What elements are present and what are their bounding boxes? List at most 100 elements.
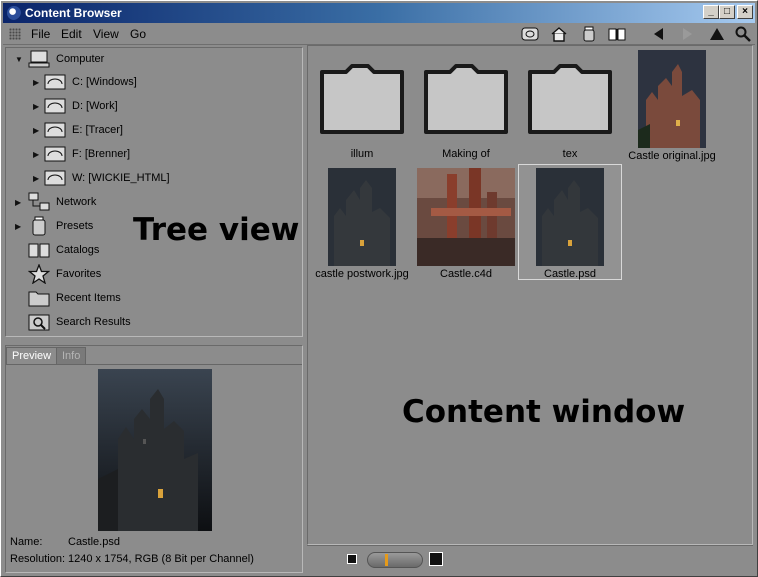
presets-icon[interactable] [579, 25, 599, 43]
tab-info[interactable]: Info [56, 347, 87, 364]
menu-edit[interactable]: Edit [61, 27, 82, 41]
image-thumbnail [536, 168, 604, 266]
thumbnail-size-slider[interactable] [367, 552, 423, 568]
tree-item-label: W: [WICKIE_HTML] [72, 172, 170, 184]
expand-arrow-icon[interactable]: ▶ [15, 222, 23, 231]
item-caption: Castle.psd [544, 268, 596, 280]
resolution-value: 1240 x 1754, RGB (8 Bit per Channel) [68, 553, 254, 565]
content-item-image-selected[interactable]: Castle.psd [518, 164, 622, 280]
tree-view-pane: ▼ Computer ▶ C: [Windows] ▶ D: [Work] ▶ [5, 47, 303, 337]
expand-arrow-icon[interactable]: ▶ [33, 78, 41, 87]
folder-icon [28, 288, 50, 308]
tree-item-drive-f[interactable]: ▶ F: [Brenner] [6, 143, 302, 165]
tree-item-favorites[interactable]: Favorites [6, 263, 302, 285]
content-window-pane: illum Making of tex Castle original.jpg [307, 45, 753, 545]
expand-arrow-icon[interactable]: ▶ [33, 174, 41, 183]
catalog-book-icon[interactable] [607, 25, 627, 43]
tree-item-label: Computer [56, 53, 105, 65]
tree-item-drive-e[interactable]: ▶ E: [Tracer] [6, 119, 302, 141]
app-logo-icon [7, 6, 21, 20]
status-bar [307, 545, 753, 573]
tree-item-label: C: [Windows] [72, 76, 137, 88]
close-button[interactable]: × [737, 5, 753, 19]
menu-view[interactable]: View [93, 27, 119, 41]
window-title: Content Browser [25, 6, 122, 20]
drive-icon [44, 96, 66, 116]
item-caption: Castle.c4d [440, 268, 492, 280]
item-caption: castle postwork.jpg [315, 268, 409, 280]
forward-arrow-icon[interactable] [677, 25, 697, 43]
maximize-button[interactable]: □ [719, 5, 735, 19]
preview-image [98, 369, 212, 531]
image-thumbnail [328, 168, 396, 266]
tree-item-label: Favorites [56, 268, 102, 280]
tree-item-search-results[interactable]: Search Results [6, 311, 302, 333]
content-browser-window: Content Browser _ □ × File Edit View Go [0, 0, 758, 577]
title-bar[interactable]: Content Browser _ □ × [3, 3, 755, 23]
large-thumbnail-icon[interactable] [429, 552, 443, 566]
menu-go[interactable]: Go [130, 27, 146, 41]
item-caption: illum [350, 148, 374, 160]
tree-item-label: Catalogs [56, 244, 100, 256]
up-arrow-icon[interactable] [707, 25, 727, 43]
catalog-book-icon [28, 240, 50, 260]
item-caption: Castle original.jpg [628, 150, 716, 162]
tree-item-label: Network [56, 196, 97, 208]
name-value: Castle.psd [68, 536, 120, 548]
search-results-icon [28, 312, 50, 332]
minimize-button[interactable]: _ [703, 5, 719, 19]
drive-icon [44, 144, 66, 164]
tree-item-computer[interactable]: ▼ Computer [6, 48, 302, 70]
tree-item-label: Search Results [56, 316, 131, 328]
content-item-image[interactable]: castle postwork.jpg [312, 168, 412, 280]
computer-icon [28, 49, 50, 69]
content-item-folder[interactable]: Making of [416, 60, 516, 160]
tree-item-label: Presets [56, 220, 94, 232]
item-caption: Making of [442, 148, 490, 160]
grip-handle-icon[interactable] [9, 28, 21, 40]
image-thumbnail [417, 168, 515, 266]
tree-item-drive-w[interactable]: ▶ W: [WICKIE_HTML] [6, 167, 302, 189]
tree-item-recent-items[interactable]: Recent Items [6, 287, 302, 309]
content-item-image[interactable]: Castle original.jpg [622, 50, 722, 162]
expand-arrow-icon[interactable]: ▶ [33, 126, 41, 135]
network-icon [28, 192, 50, 212]
folder-icon [528, 64, 612, 134]
tab-preview[interactable]: Preview [6, 347, 58, 364]
small-thumbnail-icon[interactable] [347, 554, 357, 564]
folder-icon [320, 64, 404, 134]
back-arrow-icon[interactable] [649, 25, 669, 43]
drive-icon [44, 120, 66, 140]
search-icon[interactable] [733, 25, 753, 43]
tree-view-label: Tree view [133, 212, 300, 248]
name-label: Name: [10, 536, 43, 548]
image-thumbnail [638, 50, 706, 148]
sync-icon[interactable] [520, 25, 540, 43]
tree-item-network[interactable]: ▶ Network [6, 191, 302, 213]
tree-item-label: E: [Tracer] [72, 124, 123, 136]
expand-arrow-icon[interactable]: ▶ [33, 102, 41, 111]
tree-item-label: Recent Items [56, 292, 121, 304]
tree-item-drive-c[interactable]: ▶ C: [Windows] [6, 71, 302, 93]
presets-icon [28, 216, 50, 236]
content-window-label: Content window [402, 394, 686, 430]
expand-arrow-icon[interactable]: ▶ [15, 198, 23, 207]
expand-arrow-icon[interactable]: ▶ [33, 150, 41, 159]
tree-item-label: D: [Work] [72, 100, 118, 112]
star-icon [27, 263, 51, 285]
content-item-folder[interactable]: illum [312, 60, 412, 160]
expand-arrow-icon[interactable]: ▼ [15, 55, 23, 64]
tree-item-label: F: [Brenner] [72, 148, 131, 160]
slider-handle[interactable] [385, 554, 388, 566]
preview-pane: Preview Info Name: Castle.psd Resolution… [5, 345, 303, 573]
tree-item-drive-d[interactable]: ▶ D: [Work] [6, 95, 302, 117]
drive-icon [44, 72, 66, 92]
content-item-image[interactable]: Castle.c4d [416, 168, 516, 280]
drive-icon [44, 168, 66, 188]
resolution-label: Resolution: [10, 553, 66, 565]
menu-bar: File Edit View Go [3, 23, 755, 45]
content-item-folder[interactable]: tex [520, 60, 620, 160]
folder-icon [424, 64, 508, 134]
home-icon[interactable] [549, 25, 569, 43]
menu-file[interactable]: File [31, 27, 50, 41]
